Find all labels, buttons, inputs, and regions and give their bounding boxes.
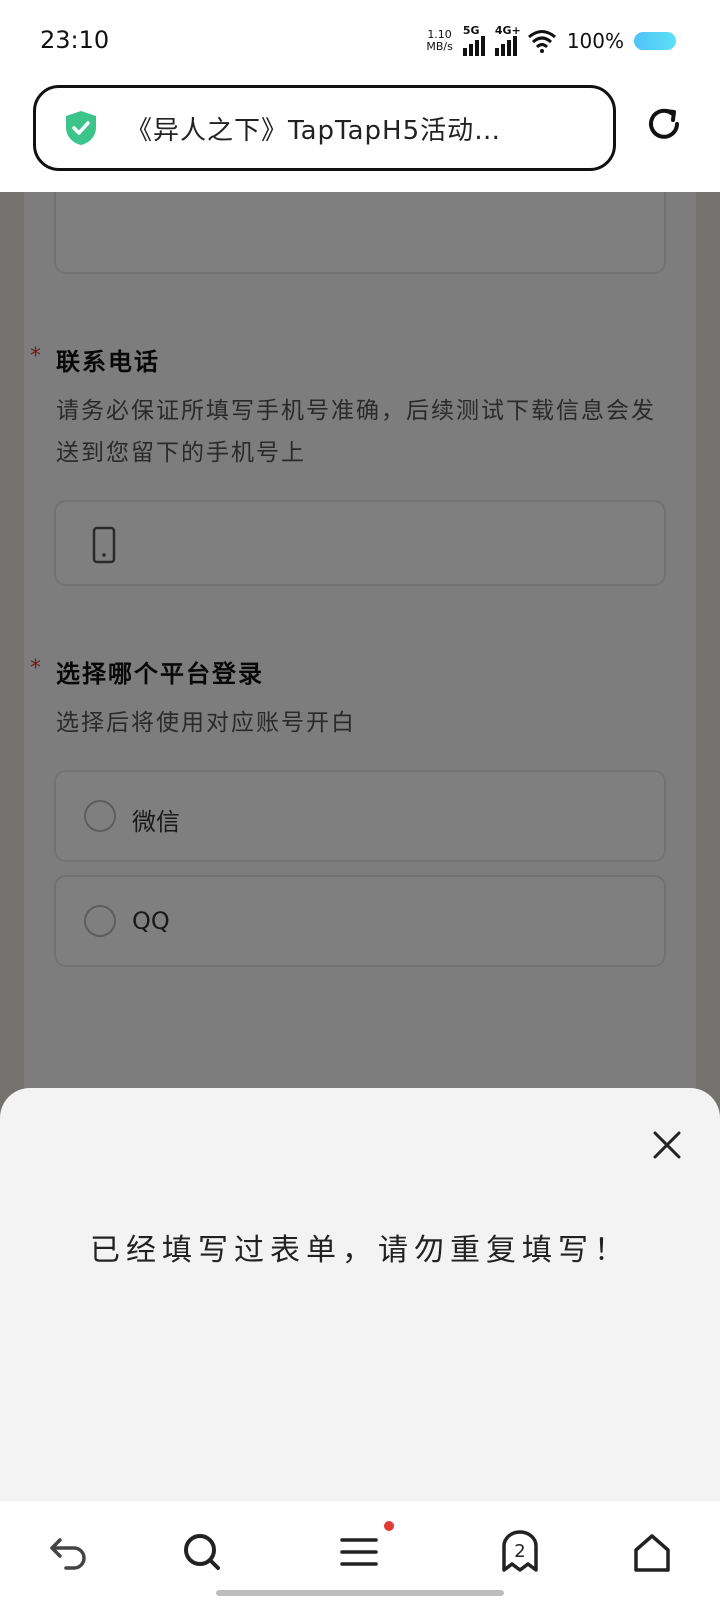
address-bar[interactable]: 《异人之下》TapTapH5活动… (33, 85, 616, 171)
status-bar: 23:10 1.10 MB/s 5G 4G+ 100% (0, 0, 720, 80)
signal-5g-label: 5G (462, 24, 480, 37)
close-icon[interactable] (652, 1130, 682, 1160)
signal-4g-label: 4G+ (494, 24, 521, 37)
bottom-sheet (0, 1088, 720, 1500)
sheet-message: 已经填写过表单，请勿重复填写！ (90, 1233, 630, 1268)
reload-icon[interactable] (644, 104, 684, 144)
battery-percentage: 100% (566, 29, 624, 53)
browser-toolbar: 《异人之下》TapTapH5活动… (0, 80, 720, 192)
status-time: 23:10 (40, 26, 110, 54)
home-icon[interactable] (630, 1530, 674, 1574)
status-icons: 1.10 MB/s 5G 4G+ 100% (426, 24, 676, 58)
battery-icon (634, 32, 676, 50)
home-indicator (216, 1590, 504, 1596)
search-icon[interactable] (180, 1530, 224, 1574)
network-speed: 1.10 MB/s (426, 29, 452, 53)
wifi-icon (527, 30, 556, 53)
network-speed-unit: MB/s (426, 40, 453, 53)
tab-count: 2 (514, 1541, 526, 1562)
menu-badge (384, 1521, 394, 1531)
menu-icon[interactable] (338, 1530, 382, 1574)
page-title: 《异人之下》TapTapH5活动… (126, 115, 502, 146)
back-icon[interactable] (46, 1530, 90, 1574)
signal-4g-icon: 4G+ (494, 24, 521, 56)
signal-5g-icon: 5G (462, 24, 485, 56)
shield-check-icon (66, 111, 96, 145)
